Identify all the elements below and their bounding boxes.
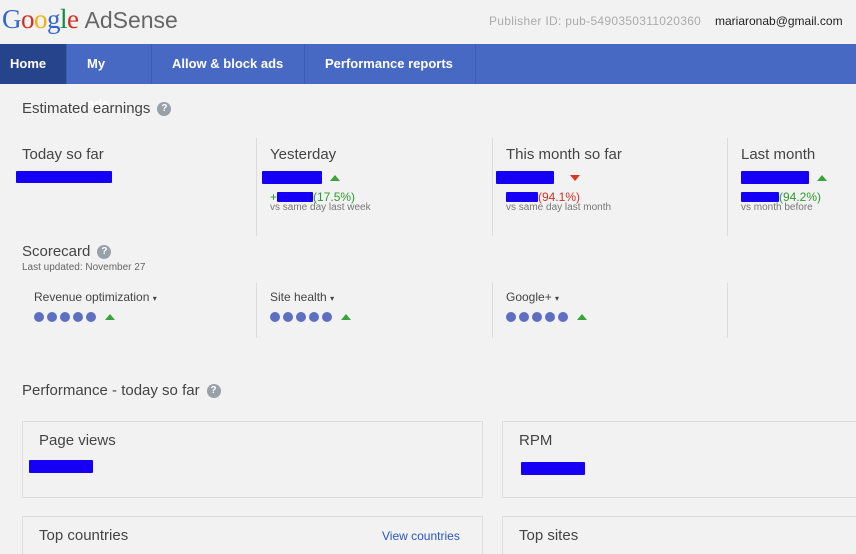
score-google-plus[interactable]: Google+ ▾ [506, 290, 587, 322]
earnings-this-month: This month so far (94.1%) vs same day la… [496, 140, 622, 230]
tab-performance-reports[interactable]: Performance reports [305, 44, 476, 84]
compare-text: vs same day last week [270, 202, 371, 213]
chevron-down-icon: ▾ [152, 294, 157, 303]
tab-home[interactable]: Home [0, 44, 67, 84]
score-dots [506, 312, 587, 322]
tab-allow-block-ads[interactable]: Allow & block ads [152, 44, 305, 84]
trend-up-icon [105, 314, 115, 320]
card-title: Top countries [39, 527, 129, 544]
card-rpm: RPM [502, 421, 856, 498]
earnings-value [496, 171, 622, 184]
trend-up-icon [577, 314, 587, 320]
user-email[interactable]: mariaronab@gmail.com [715, 14, 843, 28]
publisher-id: Publisher ID: pub-5490350311020360 [489, 14, 702, 28]
redaction-mark [496, 171, 554, 184]
redaction-mark [277, 192, 314, 202]
card-title: Top sites [519, 527, 579, 544]
trend-up-icon [817, 174, 827, 181]
redaction-mark [16, 171, 112, 183]
earnings-label: Last month [741, 146, 816, 163]
help-icon[interactable]: ? [157, 101, 172, 116]
earnings-label: Today so far [22, 146, 104, 163]
scorecard-last-updated: Last updated: November 27 [22, 262, 146, 273]
help-icon[interactable]: ? [206, 383, 221, 398]
earnings-label: This month so far [506, 146, 622, 163]
divider [727, 283, 728, 338]
redaction-mark [741, 192, 779, 202]
compare-text: vs same day last month [506, 202, 612, 213]
earnings-today: Today so far [16, 140, 112, 230]
divider [256, 138, 257, 236]
card-title: RPM [519, 432, 553, 449]
trend-up-icon [341, 314, 351, 320]
score-dots [270, 312, 351, 322]
divider [492, 138, 493, 236]
divider [256, 283, 257, 338]
adsense-logo[interactable]: Google AdSense [2, 4, 178, 40]
trend-down-icon [570, 174, 580, 181]
redaction-mark [521, 462, 585, 475]
earnings-value [262, 171, 371, 184]
google-wordmark: Google [2, 4, 79, 34]
product-name: AdSense [84, 7, 178, 33]
divider [727, 138, 728, 236]
score-site-health[interactable]: Site health ▾ [270, 290, 351, 322]
card-top-sites: Top sites [502, 516, 856, 554]
earnings-last-month: Last month (94.2%) vs month before [741, 140, 827, 230]
score-label: Revenue optimization ▾ [34, 290, 157, 304]
earnings-value [16, 171, 112, 183]
help-icon[interactable]: ? [97, 244, 112, 259]
earnings-heading: Estimated earnings ? [22, 100, 172, 117]
performance-heading: Performance - today so far ? [22, 382, 221, 399]
card-top-countries: Top countries View countries [22, 516, 483, 554]
redaction-mark [506, 192, 538, 202]
score-label: Google+ ▾ [506, 290, 560, 304]
chevron-down-icon: ▾ [555, 294, 560, 303]
redaction-mark [741, 171, 809, 184]
redaction-mark [29, 460, 93, 473]
trend-up-icon [330, 174, 340, 181]
score-revenue-optimization[interactable]: Revenue optimization ▾ [34, 290, 157, 322]
tab-my-ads[interactable]: My ads [67, 44, 152, 111]
card-title: Page views [39, 432, 116, 449]
view-countries-link[interactable]: View countries [382, 529, 460, 543]
score-label: Site health ▾ [270, 290, 335, 304]
main-nav: Home My ads Allow & block ads Performanc… [0, 44, 856, 111]
divider [492, 283, 493, 338]
earnings-value [741, 171, 827, 184]
redaction-mark [262, 171, 322, 184]
earnings-yesterday: Yesterday + (17.5%) vs same day last wee… [262, 140, 371, 230]
earnings-label: Yesterday [270, 146, 337, 163]
app-header: Google AdSense Publisher ID: pub-5490350… [0, 0, 856, 44]
chevron-down-icon: ▾ [330, 294, 335, 303]
score-dots [34, 312, 157, 322]
card-page-views: Page views [22, 421, 483, 498]
scorecard-heading: Scorecard ? [22, 243, 112, 260]
